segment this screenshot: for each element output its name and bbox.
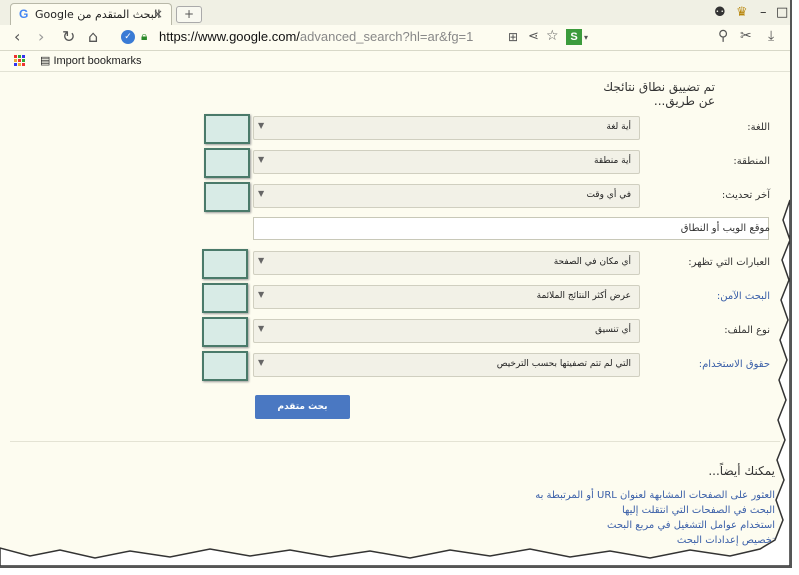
- browser-window: G Google البحث المتقدم من × + ⚉ ♛ – □ ‹ …: [0, 0, 792, 568]
- torn-edge-decoration: [0, 199, 790, 566]
